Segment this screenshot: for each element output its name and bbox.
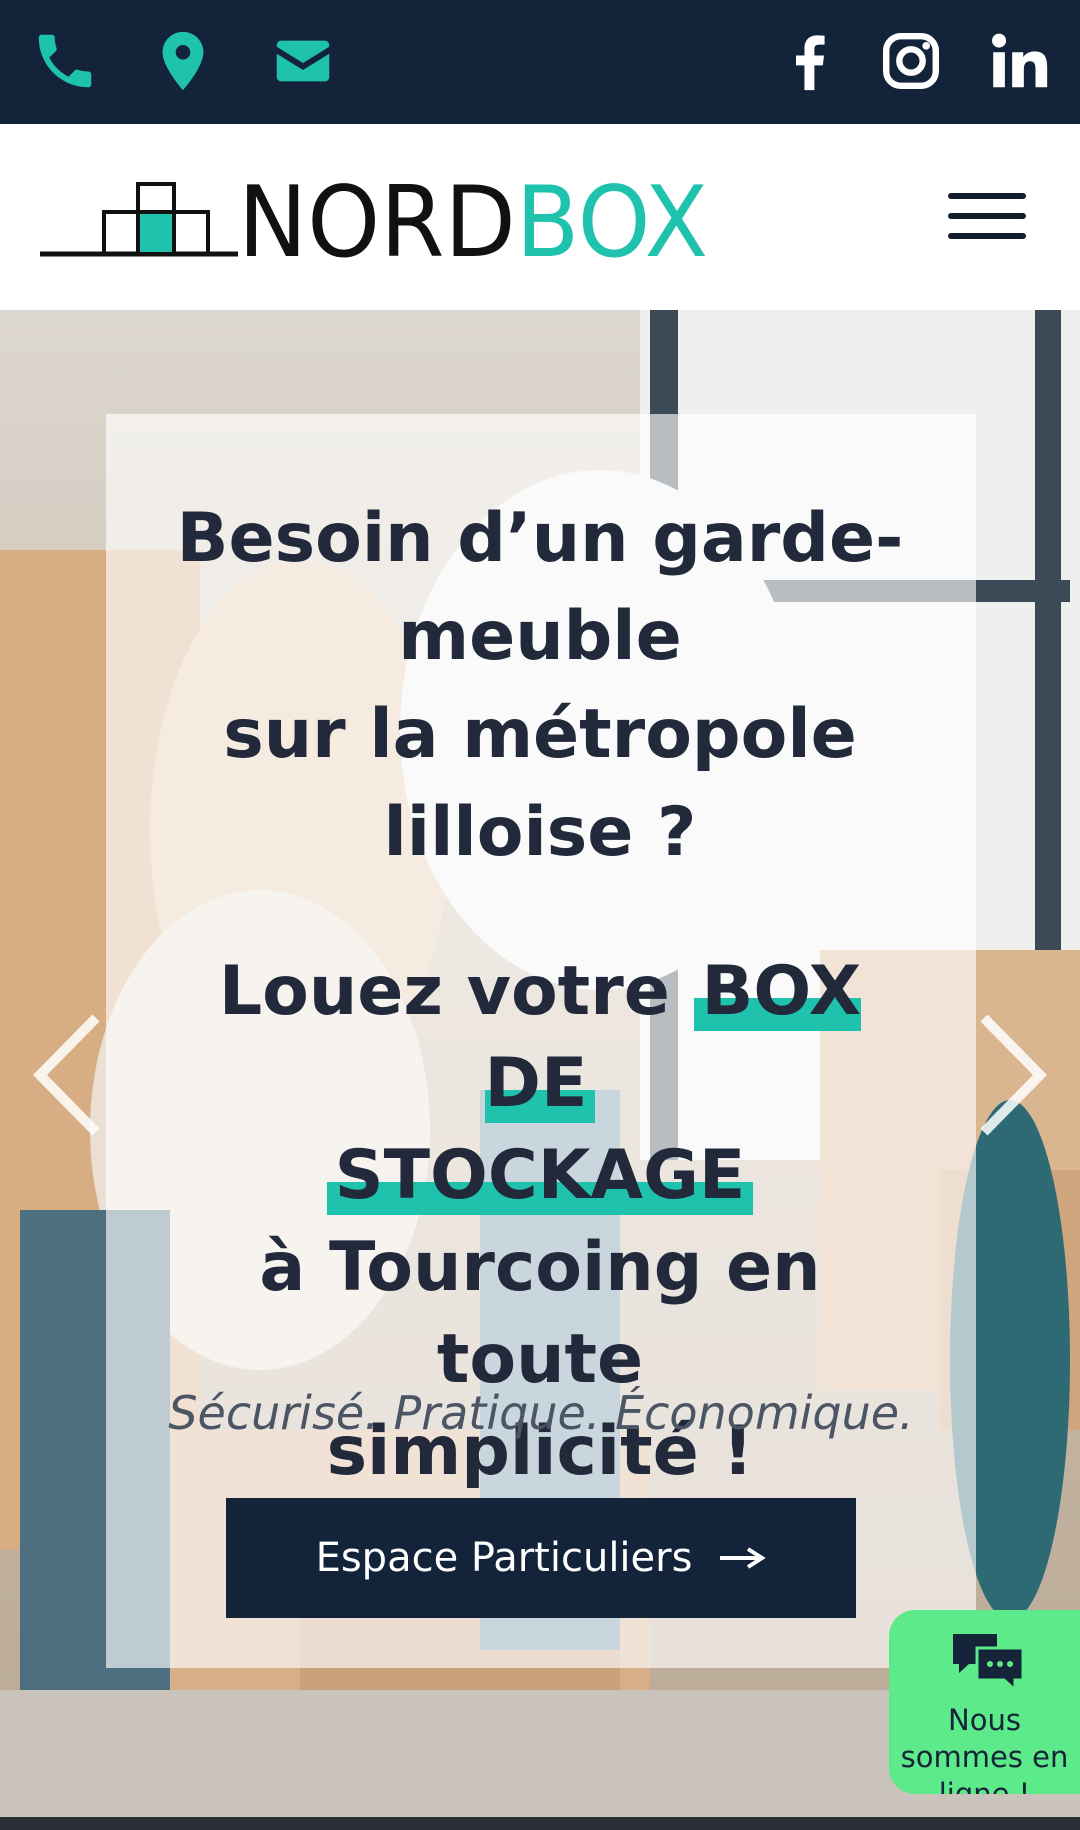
map-pin-icon[interactable] (148, 26, 218, 96)
hero-slider: Besoin d’un garde- meuble sur la métropo… (0, 310, 1080, 1817)
instagram-icon[interactable] (876, 26, 946, 96)
cta-label: Espace Particuliers (315, 1535, 693, 1581)
svg-text:NORDBOX: NORDBOX (238, 166, 708, 274)
headline-line: meuble (398, 597, 682, 676)
site-header: NORDBOX (0, 124, 1080, 310)
chat-bubbles-icon (953, 1634, 1025, 1694)
headline-block-1: Besoin d’un garde- meuble sur la métropo… (160, 490, 920, 882)
facebook-icon[interactable] (775, 26, 845, 96)
phone-icon[interactable] (30, 26, 100, 96)
chat-line: sommes en (900, 1740, 1069, 1774)
hero-headline: Besoin d’un garde- meuble sur la métropo… (160, 490, 920, 1498)
logo-text-nord: NORD (238, 166, 516, 274)
headline-line: à Tourcoing en toute (259, 1228, 821, 1399)
headline-line: sur la métropole (223, 695, 857, 774)
chat-status-text: Nous sommes en ligne ! (889, 1702, 1080, 1794)
chevron-right-icon[interactable] (974, 1010, 1050, 1140)
top-contact-bar (0, 0, 1080, 124)
headline-line: lilloise ? (383, 793, 697, 872)
linkedin-icon[interactable] (983, 26, 1053, 96)
hero-tagline: Sécurisé. Pratique. Économique. (168, 1386, 914, 1440)
arrow-right-icon (720, 1547, 767, 1569)
bottom-edge-strip (0, 1817, 1080, 1830)
nordbox-logo[interactable]: NORDBOX (38, 164, 728, 274)
chevron-left-icon[interactable] (30, 1010, 106, 1140)
espace-particuliers-button[interactable]: Espace Particuliers (226, 1498, 856, 1618)
live-chat-widget[interactable]: Nous sommes en ligne ! (889, 1610, 1080, 1794)
headline-prefix: Louez votre (218, 952, 694, 1031)
chat-line: ligne ! (938, 1777, 1031, 1794)
envelope-icon[interactable] (268, 26, 338, 96)
highlight-text: STOCKAGE (326, 1136, 754, 1215)
logo-text-box: BOX (516, 166, 708, 274)
headline-line: Besoin d’un garde- (176, 499, 904, 578)
hamburger-menu-icon[interactable] (944, 187, 1030, 245)
chat-line: Nous (948, 1703, 1021, 1737)
